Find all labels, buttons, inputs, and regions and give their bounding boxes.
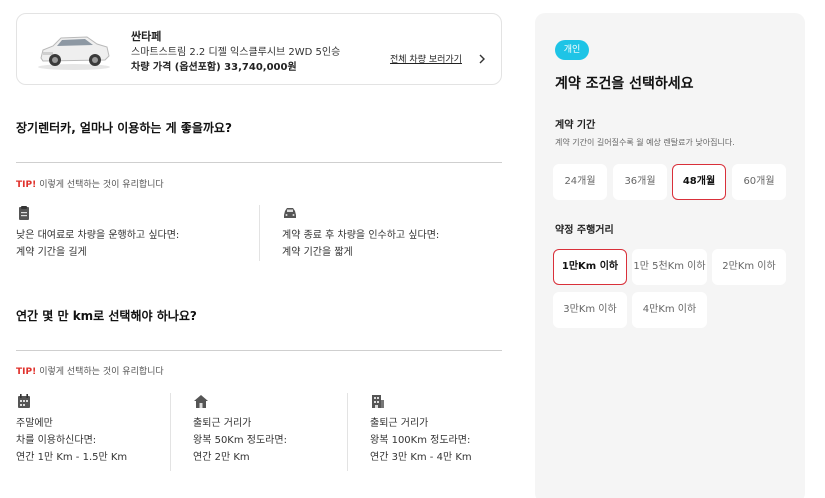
car-model-name: 싼타페	[131, 30, 162, 43]
mileage-option-10000[interactable]: 1만Km 이하	[553, 249, 627, 285]
calendar-icon	[18, 394, 30, 408]
contract-options-panel: 개인 계약 조건을 선택하세요 계약 기간 계약 기간이 길어질수록 월 예상 …	[535, 13, 805, 498]
mileage-tip: TIP! 이렇게 선택하는 것이 유리합니다	[16, 364, 164, 377]
tip-line: 계약 기간을 길게	[16, 247, 87, 258]
period-question-title: 장기렌터카, 얼마나 이용하는 게 좋을까요?	[16, 121, 232, 135]
period-option-48[interactable]: 48개월	[672, 164, 726, 200]
mileage-tip-item-100km: 출퇴근 거리가 왕복 100Km 정도라면: 연간 3만 Km - 4만 Km	[370, 393, 472, 466]
mileage-question-title: 연간 몇 만 km로 선택해야 하나요?	[16, 309, 197, 323]
view-all-cars-link[interactable]: 전체 차량 보러가기	[390, 52, 462, 65]
column-divider	[170, 393, 171, 471]
column-divider	[347, 393, 348, 471]
house-icon	[194, 395, 208, 408]
period-option-60[interactable]: 60개월	[732, 164, 786, 200]
column-divider	[259, 205, 260, 261]
mileage-option-20000[interactable]: 2만Km 이하	[712, 249, 786, 285]
tip-line: 차를 이용하신다면:	[16, 435, 97, 446]
tip-line: 계약 기간을 짧게	[282, 247, 353, 258]
car-summary-card: 싼타페 스마트스트림 2.2 디젤 익스클루시브 2WD 5인승 차량 가격 (…	[16, 13, 502, 85]
tip-line: 낮은 대여료로 차량을 운행하고 싶다면:	[16, 230, 180, 241]
period-tip-item-short: 계약 종료 후 차량을 인수하고 싶다면: 계약 기간을 짧게	[282, 205, 439, 261]
tip-line: 연간 2만 Km	[193, 452, 250, 463]
tip-line: 출퇴근 거리가	[370, 418, 429, 429]
tip-label: TIP!	[16, 180, 37, 190]
tip-line: 연간 1만 Km - 1.5만 Km	[16, 452, 128, 463]
chevron-right-icon[interactable]	[476, 53, 488, 65]
tip-line: 왕복 100Km 정도라면:	[370, 435, 471, 446]
mileage-tip-item-weekend: 주말에만 차를 이용하신다면: 연간 1만 Km - 1.5만 Km	[16, 393, 127, 466]
period-section-title: 계약 기간	[555, 120, 596, 131]
period-tip: TIP! 이렇게 선택하는 것이 유리합니다	[16, 177, 164, 190]
tip-line: 출퇴근 거리가	[193, 418, 252, 429]
car-image	[38, 36, 110, 70]
tip-line: 계약 종료 후 차량을 인수하고 싶다면:	[282, 230, 440, 241]
period-option-24[interactable]: 24개월	[553, 164, 607, 200]
panel-title: 계약 조건을 선택하세요	[555, 76, 694, 92]
mileage-tip-item-50km: 출퇴근 거리가 왕복 50Km 정도라면: 연간 2만 Km	[193, 393, 287, 466]
document-icon	[19, 206, 29, 220]
period-tip-item-long: 낮은 대여료로 차량을 운행하고 싶다면: 계약 기간을 길게	[16, 205, 179, 261]
mileage-option-15000[interactable]: 1만 5천Km 이하	[632, 249, 707, 285]
tip-line: 연간 3만 Km - 4만 Km	[370, 452, 472, 463]
tip-line: 주말에만	[16, 418, 53, 429]
tip-label: TIP!	[16, 367, 37, 377]
tip-text: 이렇게 선택하는 것이 유리합니다	[39, 180, 164, 190]
car-trim: 스마트스트림 2.2 디젤 익스클루시브 2WD 5인승	[131, 47, 341, 58]
mileage-section-title: 약정 주행거리	[555, 225, 614, 236]
divider	[16, 162, 502, 163]
car-price: 차량 가격 (옵션포함) 33,740,000원	[131, 62, 297, 73]
tip-line: 왕복 50Km 정도라면:	[193, 435, 287, 446]
mileage-option-30000[interactable]: 3만Km 이하	[553, 292, 627, 328]
period-section-description: 계약 기간이 길어질수록 월 예상 렌탈료가 낮아집니다.	[555, 138, 735, 147]
divider	[16, 350, 502, 351]
building-icon	[372, 395, 384, 408]
mileage-option-40000[interactable]: 4만Km 이하	[632, 292, 707, 328]
customer-type-badge: 개인	[555, 40, 589, 60]
period-option-36[interactable]: 36개월	[613, 164, 667, 200]
tip-text: 이렇게 선택하는 것이 유리합니다	[39, 367, 164, 377]
car-icon	[284, 208, 296, 218]
